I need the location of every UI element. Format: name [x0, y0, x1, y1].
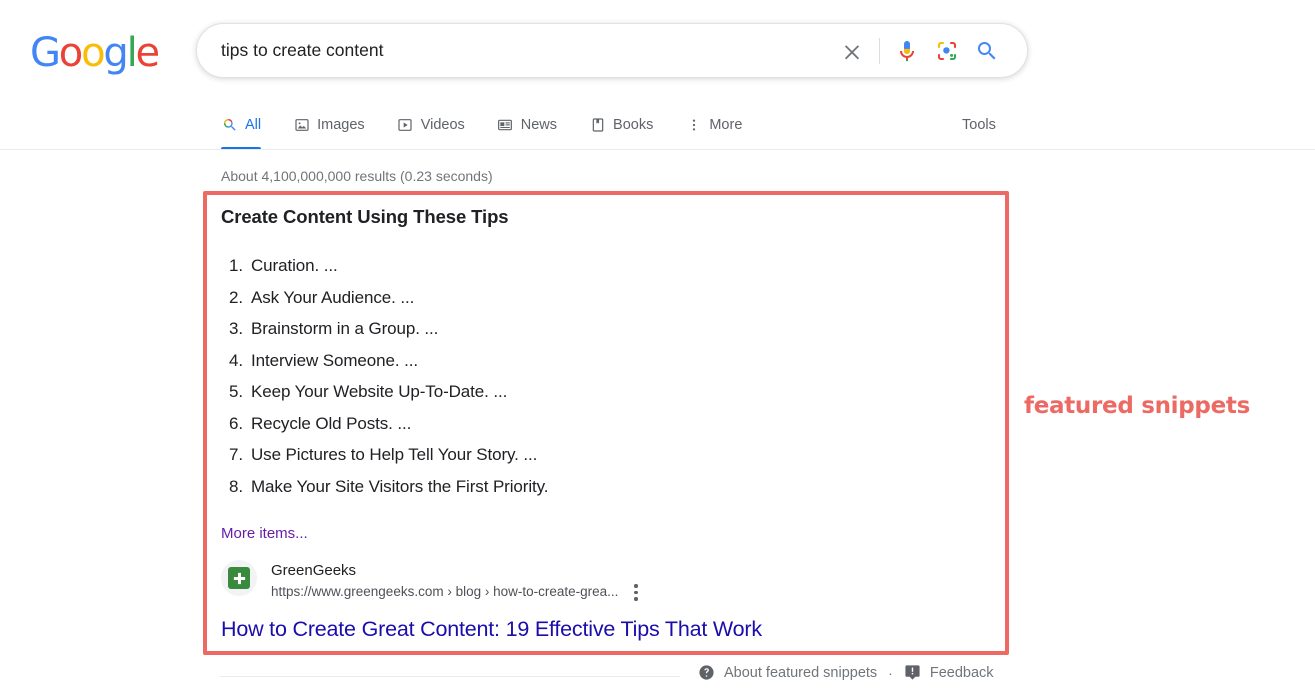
nav-tab-list: All Images Videos News Books More [221, 106, 774, 150]
tools-button[interactable]: Tools [962, 106, 996, 144]
more-items-link[interactable]: More items... [221, 525, 308, 542]
source-url-row: https://www.greengeeks.com › blog › how-… [271, 581, 643, 604]
search-bar-icons [832, 31, 1027, 71]
list-item-number: 2. [229, 287, 243, 307]
list-item-text: Brainstorm in a Group. ... [251, 319, 439, 338]
tab-books[interactable]: Books [589, 106, 653, 144]
logo-letter-3: g [103, 30, 128, 76]
logo-letter-4: l [126, 30, 138, 76]
snippet-list-item: 1. Curation. ... [221, 250, 921, 282]
video-icon [397, 117, 414, 134]
result-title-link[interactable]: How to Create Great Content: 19 Effectiv… [221, 616, 762, 643]
logo-letter-1: o [58, 30, 84, 76]
tab-label: More [709, 117, 743, 133]
nav-bottom-divider [0, 149, 1315, 150]
annotation-label: featured snippets [1024, 393, 1250, 419]
greengeeks-favicon [228, 567, 250, 589]
page-header: Google [0, 0, 1315, 100]
list-item-text: Interview Someone. ... [251, 350, 418, 370]
list-item-text: Keep Your Website Up-To-Date. ... [251, 382, 508, 401]
tab-all[interactable]: All [221, 106, 262, 150]
tab-videos[interactable]: Videos [397, 106, 465, 144]
snippet-list-item: 4. Interview Someone. ... [221, 345, 921, 377]
search-bar[interactable] [196, 23, 1028, 78]
search-nav-tabs: All Images Videos News Books More Tools [0, 106, 1315, 150]
snippet-footer: About featured snippets · Feedback [698, 664, 994, 681]
snippet-list-item: 6. Recycle Old Posts. ... [221, 408, 921, 440]
tab-label: News [520, 117, 558, 133]
book-icon [589, 117, 606, 134]
logo-letter-0: G [30, 30, 61, 76]
snippet-list-item: 7. Use Pictures to Help Tell Your Story. … [221, 439, 921, 471]
list-item-text: Make Your Site Visitors the First Priori… [251, 476, 549, 496]
close-icon[interactable] [832, 31, 872, 71]
snippet-list: 1. Curation. ... 2. Ask Your Audience. ... 3… [221, 250, 921, 502]
tab-more[interactable]: More [685, 106, 742, 144]
tab-images[interactable]: Images [293, 106, 365, 144]
footer-separator: · [888, 664, 893, 681]
feedback-link[interactable]: Feedback [930, 665, 994, 681]
snippet-list-item: 8. Make Your Site Visitors the First Prio… [221, 471, 921, 503]
list-item-text: Recycle Old Posts. ... [251, 413, 412, 433]
google-lens-icon[interactable] [927, 31, 967, 71]
list-item-text: Ask Your Audience. ... [251, 287, 415, 307]
footer-divider [220, 676, 680, 677]
list-item-number: 5. [229, 382, 243, 401]
list-item-text: Curation. ... [251, 256, 338, 275]
source-url: https://www.greengeeks.com › blog › how-… [271, 584, 619, 600]
snippet-list-item: 5. Keep Your Website Up-To-Date. ... [221, 376, 921, 408]
logo-letter-5: e [135, 30, 160, 76]
list-item-number: 7. [229, 445, 243, 464]
image-icon [293, 117, 310, 134]
about-featured-snippets-link[interactable]: About featured snippets [724, 665, 877, 681]
list-item-number: 6. [229, 413, 243, 433]
search-icon [221, 117, 238, 134]
list-item-number: 4. [229, 350, 243, 370]
snippet-list-item: 3. Brainstorm in a Group. ... [221, 313, 921, 345]
source-text-block: GreenGeeks https://www.greengeeks.com › … [271, 560, 643, 604]
kebab-menu-icon[interactable] [629, 581, 643, 604]
tab-news[interactable]: News [497, 106, 557, 144]
favicon-container [221, 560, 257, 596]
feedback-flag-icon [904, 664, 921, 681]
tab-label: Books [613, 117, 654, 133]
tab-label: Images [317, 117, 365, 133]
more-vertical-icon [685, 117, 702, 134]
list-item-number: 1. [229, 256, 243, 275]
tab-label: All [245, 117, 262, 133]
source-name: GreenGeeks [271, 562, 357, 579]
result-stats: About 4,100,000,000 results (0.23 second… [221, 168, 493, 184]
list-item-text: Use Pictures to Help Tell Your Story. ..… [251, 445, 538, 464]
google-logo[interactable]: Google [30, 30, 160, 76]
list-item-number: 8. [229, 476, 243, 496]
snippet-list-item: 2. Ask Your Audience. ... [221, 282, 921, 314]
snippet-heading: Create Content Using These Tips [221, 206, 509, 227]
google-search-results-page: Google tips to create content All Images… [0, 0, 1315, 695]
search-icon[interactable] [967, 31, 1007, 71]
list-item-number: 3. [229, 319, 243, 338]
result-source[interactable]: GreenGeeks https://www.greengeeks.com › … [221, 560, 643, 604]
featured-snippet: Create Content Using These Tips 1. Curati… [221, 206, 921, 543]
tools-label: Tools [962, 117, 996, 133]
search-bar-divider [879, 37, 880, 64]
help-circle-icon [698, 664, 715, 681]
logo-letter-2: o [81, 30, 106, 76]
tab-label: Videos [420, 117, 465, 133]
search-input[interactable] [197, 24, 832, 77]
microphone-icon[interactable] [887, 31, 927, 71]
news-icon [497, 117, 514, 134]
